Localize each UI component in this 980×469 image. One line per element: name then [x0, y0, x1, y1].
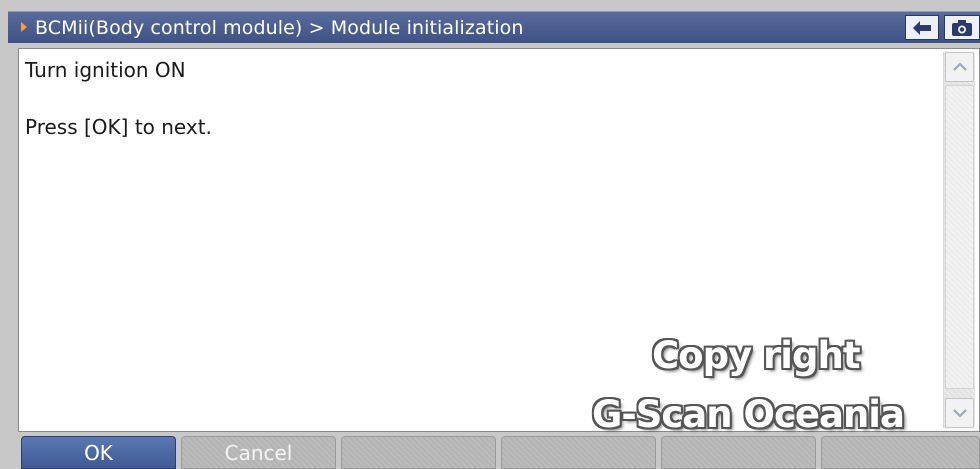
chevron-up-icon	[952, 62, 967, 71]
instruction-line-1: Turn ignition ON	[25, 58, 186, 82]
page-title: BCMii(Body control module) > Module init…	[35, 17, 524, 39]
watermark-line-1: Copy right	[652, 334, 861, 377]
breadcrumb-arrow-icon	[21, 22, 27, 32]
scroll-up-button[interactable]	[945, 52, 974, 82]
ok-button[interactable]: OK	[21, 436, 176, 469]
back-button[interactable]	[905, 15, 939, 40]
chevron-down-icon	[952, 409, 967, 418]
function-button-bar: OK Cancel	[0, 436, 980, 469]
function-button-5[interactable]	[661, 436, 816, 469]
function-button-4[interactable]	[501, 436, 656, 469]
instruction-line-2: Press [OK] to next.	[25, 115, 212, 139]
cancel-button[interactable]: Cancel	[181, 436, 336, 469]
arrow-left-icon	[913, 20, 931, 35]
camera-icon	[952, 19, 972, 36]
scroll-thumb[interactable]	[945, 85, 974, 389]
title-bar: BCMii(Body control module) > Module init…	[8, 11, 980, 43]
watermark-line-2: G-Scan Oceania	[592, 393, 905, 436]
function-button-3[interactable]	[341, 436, 496, 469]
function-button-6[interactable]	[821, 436, 980, 469]
scroll-down-button[interactable]	[945, 398, 974, 428]
vertical-scrollbar[interactable]	[943, 52, 975, 428]
screenshot-button[interactable]	[944, 15, 980, 40]
app-window: BCMii(Body control module) > Module init…	[0, 0, 980, 469]
